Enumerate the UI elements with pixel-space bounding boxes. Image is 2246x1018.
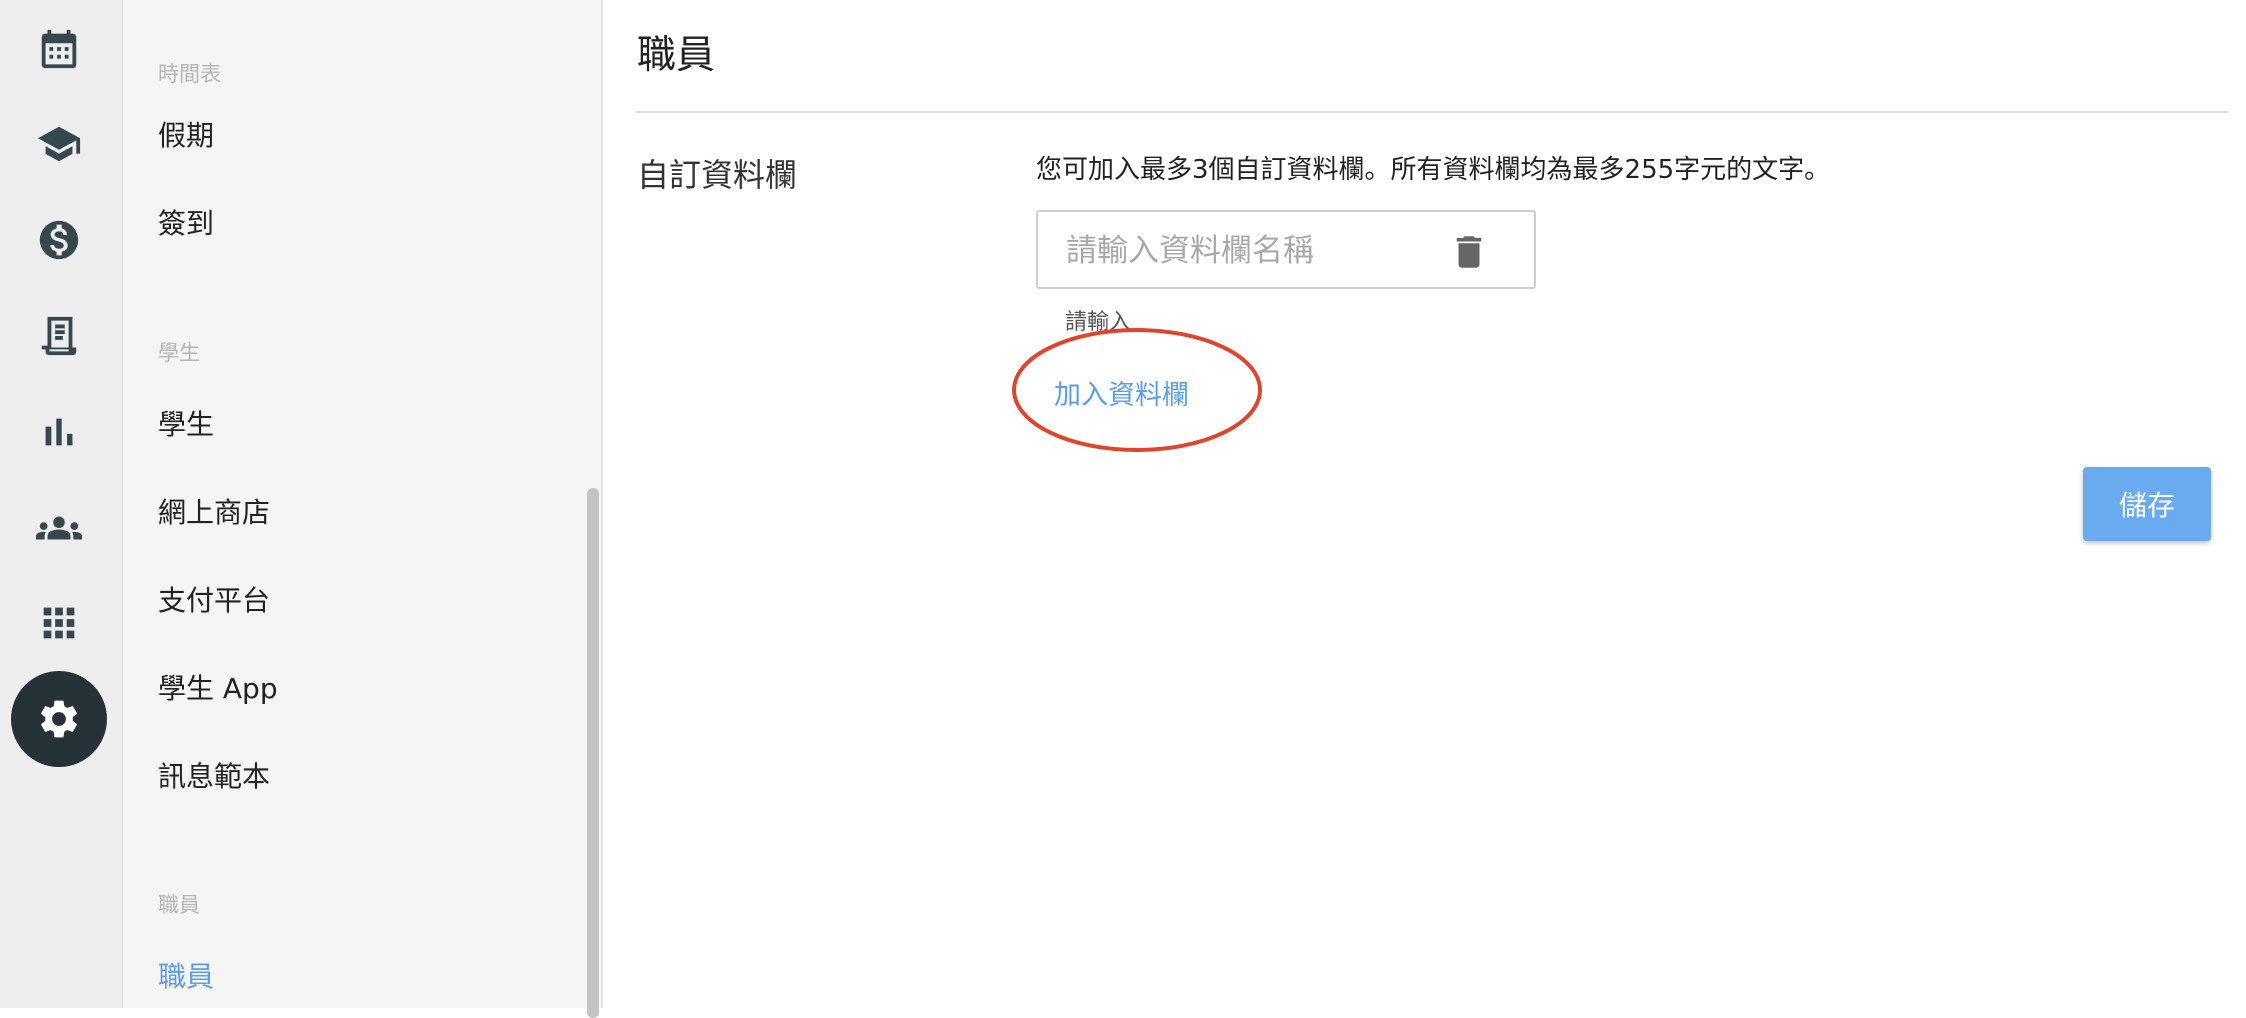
- icon-rail: [0, 0, 123, 1008]
- custom-field-name-input[interactable]: [1064, 212, 1448, 289]
- apps-grid-icon[interactable]: [11, 575, 107, 671]
- menu-item-message-templates[interactable]: 訊息範本: [158, 755, 270, 795]
- menu-section-title: 職員: [158, 893, 200, 917]
- menu-item-student-app[interactable]: 學生 App: [158, 667, 278, 707]
- custom-fields-description: 您可加入最多3個自訂資料欄。所有資料欄均為最多255字元的文字。: [1036, 155, 1831, 185]
- calendar-icon[interactable]: [11, 1, 107, 97]
- field-helper-text: 請輸入: [1065, 310, 1132, 335]
- save-button[interactable]: 儲存: [2083, 467, 2211, 541]
- menu-item-staff[interactable]: 職員: [158, 955, 214, 995]
- menu-item-online-store[interactable]: 網上商店: [158, 491, 270, 531]
- menu-item-holidays[interactable]: 假期: [158, 114, 214, 154]
- add-field-link[interactable]: 加入資料欄: [1054, 373, 1189, 412]
- menu-section-title: 時間表: [158, 62, 221, 86]
- settings-menu: 時間表 假期 簽到 學生 學生 網上商店 支付平台 學生 App 訊息範本 職員…: [123, 0, 603, 1018]
- menu-item-payment-platform[interactable]: 支付平台: [158, 579, 270, 619]
- menu-section-title: 學生: [158, 341, 200, 365]
- custom-field-row: [1036, 210, 1536, 289]
- custom-fields-label: 自訂資料欄: [637, 156, 798, 194]
- menu-scrollbar-thumb[interactable]: [587, 488, 599, 1018]
- gear-icon[interactable]: [11, 671, 107, 767]
- people-icon[interactable]: [11, 480, 107, 576]
- page-title: 職員: [637, 33, 716, 78]
- menu-item-students[interactable]: 學生: [158, 403, 214, 443]
- trash-icon[interactable]: [1448, 231, 1490, 273]
- graduation-cap-icon[interactable]: [11, 96, 107, 192]
- bar-chart-icon[interactable]: [11, 384, 107, 480]
- menu-item-checkin[interactable]: 簽到: [158, 202, 214, 242]
- receipt-icon[interactable]: [11, 288, 107, 384]
- dollar-icon[interactable]: [11, 192, 107, 288]
- title-divider: [636, 111, 2228, 113]
